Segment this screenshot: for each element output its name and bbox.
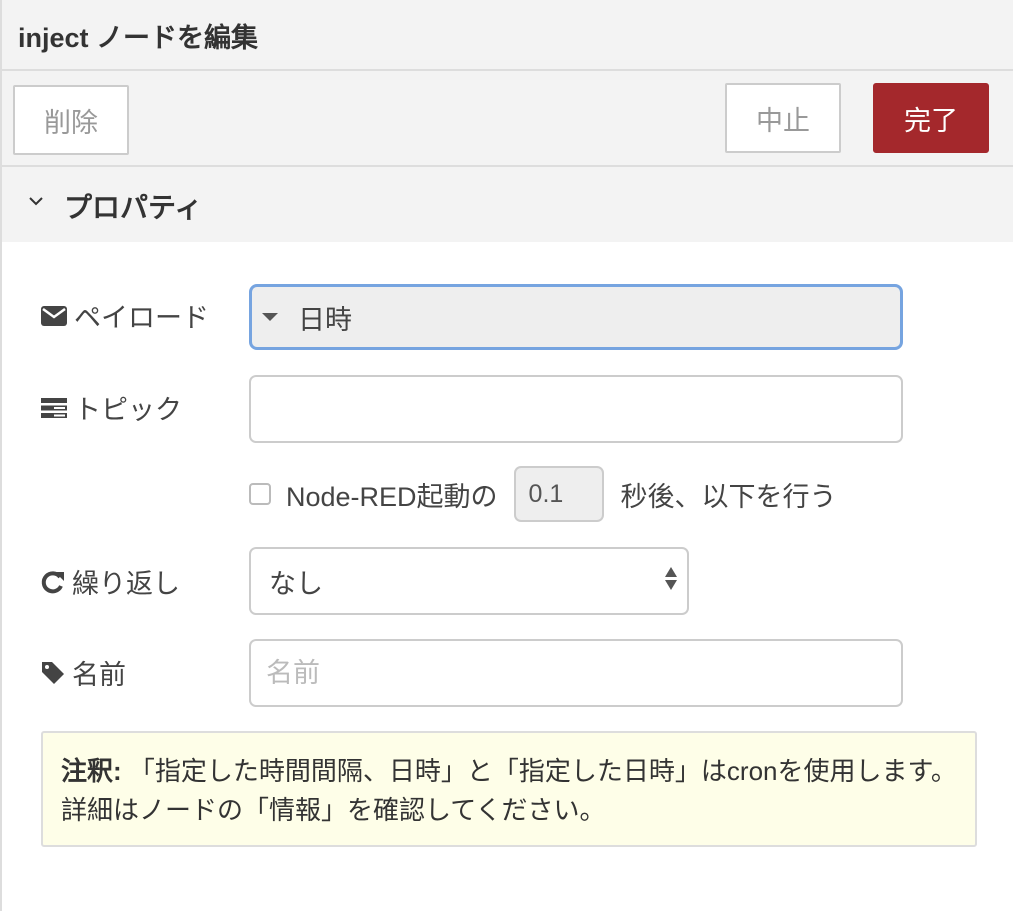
tip-label: 注釈:	[61, 756, 122, 786]
once-delay-suffix: 秒後、以下を行う	[620, 481, 837, 512]
properties-section-label: プロパティ	[64, 192, 203, 223]
envelope-icon	[41, 305, 67, 326]
inject-once-label: Node-RED起動の	[286, 481, 498, 512]
tray-toolbar: 削除 中止 完了	[2, 71, 1013, 167]
payload-label-text: ペイロード	[74, 303, 209, 333]
tray-header: inject ノードを編集	[2, 0, 1013, 71]
once-delay-input[interactable]: 0.1	[513, 466, 604, 522]
chevron-down-icon	[29, 197, 43, 206]
payload-type-value: 日時	[298, 304, 352, 335]
repeat-label-text: 繰り返し	[72, 569, 180, 599]
form-tip: 注釈: 「指定した時間間隔、日時」と「指定した日時」はcronを使用します。詳細…	[41, 731, 977, 847]
tip-text: 「指定した時間間隔、日時」と「指定した日時」はcronを使用します。詳細はノード…	[61, 756, 957, 825]
tray-title: inject ノードを編集	[18, 23, 259, 53]
repeat-icon	[41, 570, 64, 593]
caret-down-icon	[262, 313, 278, 321]
topic-label: トピック	[40, 388, 182, 427]
name-field[interactable]	[249, 639, 903, 707]
repeat-label: 繰り返し	[40, 562, 180, 601]
name-label-text: 名前	[72, 660, 126, 690]
topic-label-text: トピック	[74, 395, 182, 425]
topic-input[interactable]	[249, 375, 903, 443]
delete-button[interactable]: 削除	[13, 85, 129, 155]
name-label: 名前	[40, 653, 126, 692]
payload-label: ペイロード	[40, 296, 209, 335]
payload-type-select[interactable]: 日時	[249, 284, 903, 350]
name-input[interactable]	[264, 656, 868, 690]
repeat-select[interactable]: なし	[249, 547, 689, 615]
done-button[interactable]: 完了	[873, 83, 989, 153]
repeat-select-value: なし	[269, 568, 323, 599]
tag-icon	[42, 661, 64, 684]
inject-once-row: Node-RED起動の 0.1 秒後、以下を行う	[249, 466, 837, 522]
inject-once-checkbox[interactable]	[249, 483, 271, 505]
cancel-button[interactable]: 中止	[725, 83, 841, 153]
properties-section-header[interactable]: プロパティ	[2, 167, 1013, 242]
select-arrows-icon	[665, 567, 677, 590]
tasks-icon	[41, 397, 67, 418]
